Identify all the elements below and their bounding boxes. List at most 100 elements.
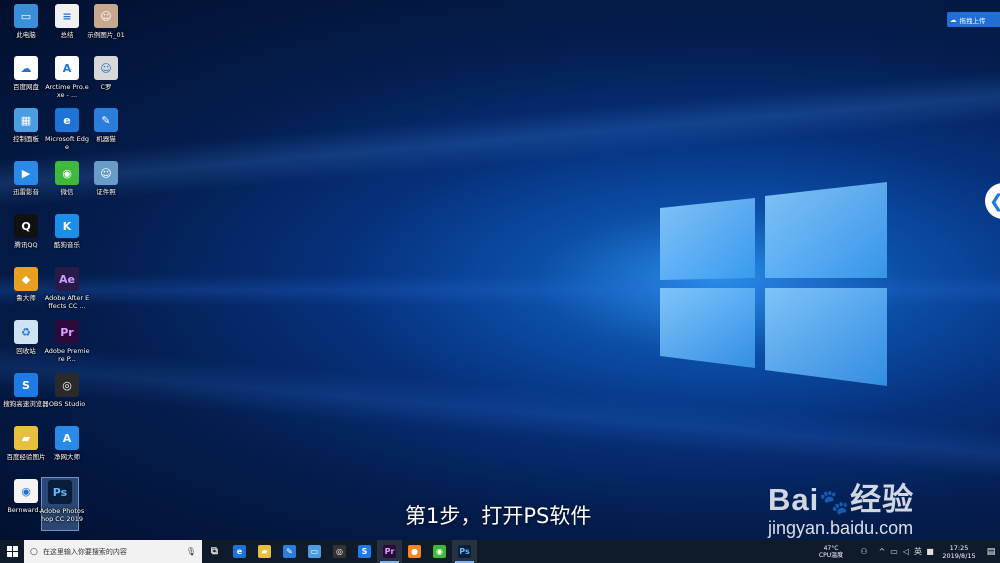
network-icon[interactable]: ▭ [888, 547, 900, 556]
desktop-icon[interactable]: Q 腾讯QQ [6, 214, 46, 249]
app-2-icon: ▭ [308, 545, 321, 558]
after-effects-icon: Ae [55, 267, 79, 291]
taskbar-app-wechat[interactable]: ◉ [427, 540, 452, 563]
bernward-icon: ◉ [14, 479, 38, 503]
premiere-icon: Pr [383, 545, 396, 558]
desktop-icon[interactable]: A Arctime Pro.exe - ... [45, 56, 89, 99]
taskbar-app-edge[interactable]: e [227, 540, 252, 563]
input-method-indicator[interactable]: 英 [912, 546, 924, 557]
taskbar-app-app-3[interactable]: ● [402, 540, 427, 563]
video-subtitle: 第1步，打开PS软件 [405, 504, 592, 528]
desktop-icon-label: 控制面板 [13, 135, 39, 143]
desktop-icon[interactable]: ✎ 机器猫 [86, 108, 126, 143]
app-3-icon: ● [408, 545, 421, 558]
taskbar-search-box[interactable]: ○ 在这里输入你要搜索的内容 🎙 [24, 540, 202, 563]
edge-icon: e [233, 545, 246, 558]
cpu-temperature[interactable]: 47°C CPU温度 [816, 545, 846, 559]
qq-icon: Q [14, 214, 38, 238]
recycle-bin-icon: ♻ [14, 320, 38, 344]
photo-icon: ☺ [94, 56, 118, 80]
wechat-icon: ◉ [433, 545, 446, 558]
taskbar-app-premiere[interactable]: Pr [377, 540, 402, 563]
desktop-icon[interactable]: ◉ 微信 [47, 161, 87, 196]
desktop-icon[interactable]: ▶ 迅雷影音 [6, 161, 46, 196]
desktop-icon-label: Adobe After Effects CC ... [44, 294, 90, 310]
volume-icon[interactable]: ◁ [900, 547, 912, 556]
taskbar-clock[interactable]: 17:25 2019/8/15 [940, 544, 978, 560]
chevron-up-icon[interactable]: ^ [876, 547, 888, 556]
start-button[interactable] [0, 540, 24, 563]
document-icon: ≡ [55, 4, 79, 28]
chevron-icon: ❮ [989, 191, 1000, 212]
windows-logo-wallpaper [660, 182, 887, 386]
desktop-icon[interactable]: ▦ 控制面板 [6, 108, 46, 143]
desktop-icon[interactable]: e Microsoft Edge [45, 108, 89, 151]
desktop-icon[interactable]: ☺ C罗 [86, 56, 126, 91]
desktop-icon-label: 此电脑 [16, 31, 36, 39]
taskbar-app-photoshop[interactable]: Ps [452, 540, 477, 563]
desktop-icon[interactable]: Ps Adobe Photoshop CC 2019 [40, 477, 84, 531]
taskbar-apps: ⧉ e ▰ ✎ ▭ ◎ S Pr ● ◉ Ps [202, 540, 477, 563]
control-panel-icon: ▦ [14, 108, 38, 132]
desktop-icon-label: 酷狗音乐 [54, 241, 80, 249]
computer-icon: ▭ [14, 4, 38, 28]
watermark-url: jingyan.baidu.com [768, 518, 914, 538]
ludashi-icon: ◆ [14, 267, 38, 291]
desktop-icon-label: 鲁大师 [16, 294, 36, 302]
upload-widget-label: 拖拽上传 [959, 16, 986, 25]
desktop-icon[interactable]: ≡ 总结 [47, 4, 87, 39]
taskbar-app-file-explorer[interactable]: ▰ [252, 540, 277, 563]
taskbar-app-app-2[interactable]: ▭ [302, 540, 327, 563]
desktop-icon-label: C罗 [100, 83, 112, 91]
desktop-icon-label: 示例图片_01 [87, 31, 125, 39]
taskbar-app-app-1[interactable]: ✎ [277, 540, 302, 563]
desktop-icon[interactable]: ☁ 百度网盘 [6, 56, 46, 91]
desktop-icon-label: 迅雷影音 [13, 188, 39, 196]
baidu-watermark-logo: Bai🐾经验 [768, 482, 915, 517]
side-float-widget[interactable]: ❮ [985, 183, 1000, 219]
arctime-icon: A [55, 56, 79, 80]
desktop-icon[interactable]: K 酷狗音乐 [47, 214, 87, 249]
desktop-icon[interactable]: ☺ 示例图片_01 [86, 4, 126, 39]
xunlei-icon: ▶ [14, 161, 38, 185]
taskbar: ○ 在这里输入你要搜索的内容 🎙 ⧉ e ▰ ✎ ▭ ◎ S Pr ● ◉ Ps 47°C CPU温… [0, 540, 1000, 563]
desktop-icon[interactable]: S 搜狗高速浏览器 [3, 373, 49, 408]
cloud-icon: ☁ [950, 15, 957, 24]
notification-center-icon[interactable]: ▤ [982, 547, 1000, 557]
windows-icon [6, 546, 18, 557]
desktop-icon-label: Adobe Photoshop CC 2019 [39, 507, 85, 523]
desktop-icon[interactable]: ▭ 此电脑 [6, 4, 46, 39]
desktop-icon-label: OBS Studio [48, 400, 86, 408]
premiere-icon: Pr [55, 320, 79, 344]
desktop-icon-label: Adobe Premiere P... [44, 347, 90, 363]
folder-icon: ▰ [14, 426, 38, 450]
microphone-icon[interactable]: 🎙 [186, 547, 196, 556]
desktop-icon-label: 腾讯QQ [14, 241, 38, 249]
search-icon: ○ [30, 546, 38, 557]
tray-app-icon[interactable]: ■ [924, 547, 936, 556]
taskbar-app-sogou[interactable]: S [352, 540, 377, 563]
desktop-icon[interactable]: ◎ OBS Studio [47, 373, 87, 408]
desktop-icon[interactable]: ☺ 证件照 [86, 161, 126, 196]
desktop-icon-label: 净网大师 [54, 453, 80, 461]
baidu-netdisk-icon: ☁ [14, 56, 38, 80]
desktop-icon-grid: ▭ 此电脑 ≡ 总结 ☺ 示例图片_01 ☁ 百度网盘 A Arctime Pro.exe - .… [0, 0, 125, 540]
upload-widget-button[interactable]: ☁ 拖拽上传 [947, 12, 1000, 27]
taskbar-app-task-view[interactable]: ⧉ [202, 540, 227, 563]
desktop-icon[interactable]: ▰ 百度经验图片 [6, 426, 46, 461]
shortcut-icon: ✎ [94, 108, 118, 132]
people-icon[interactable]: ⚇ [858, 547, 870, 556]
desktop-icon[interactable]: ♻ 回收站 [6, 320, 46, 355]
desktop-icon-label: 百度网盘 [13, 83, 39, 91]
wechat-icon: ◉ [55, 161, 79, 185]
edge-icon: e [55, 108, 79, 132]
taskbar-app-obs[interactable]: ◎ [327, 540, 352, 563]
desktop-icon[interactable]: Ae Adobe After Effects CC ... [44, 267, 90, 310]
desktop-icon[interactable]: Pr Adobe Premiere P... [44, 320, 90, 363]
file-explorer-icon: ▰ [258, 545, 271, 558]
kugou-icon: K [55, 214, 79, 238]
desktop-icon[interactable]: A 净网大师 [47, 426, 87, 461]
desktop-icon[interactable]: ◆ 鲁大师 [6, 267, 46, 302]
system-tray: 47°C CPU温度 ⚇ ^ ▭ ◁ 英 ■ 17:25 2019/8/15 ▤ [816, 540, 1000, 563]
desktop-icon-label: 回收站 [16, 347, 36, 355]
